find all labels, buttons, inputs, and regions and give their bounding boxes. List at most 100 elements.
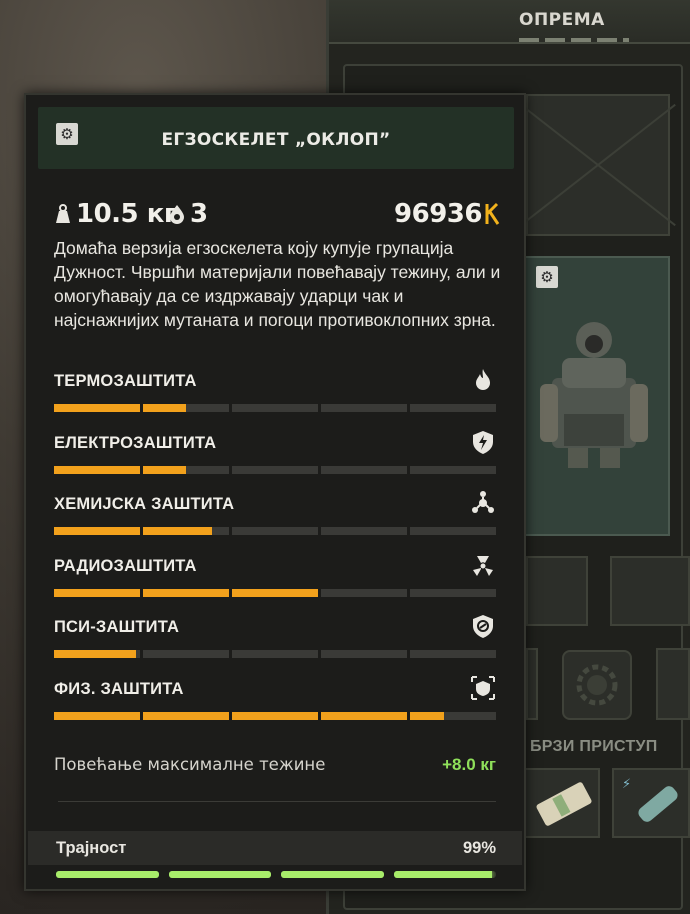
quick-slot-water[interactable]: ⚡ (612, 768, 690, 838)
chemical-icon (472, 491, 494, 514)
artifact-slot-1[interactable] (526, 556, 588, 626)
container-slot[interactable] (562, 650, 632, 720)
quick-access-label: БРЗИ ПРИСТУП (530, 738, 658, 755)
protection-bar-segment (410, 711, 496, 720)
protection-bar-fill (143, 527, 212, 536)
protection-bar-segment (143, 527, 229, 536)
currency-icon (484, 202, 500, 226)
protection-bar-fill (143, 711, 229, 720)
protection-label: РАДИОЗАШТИТА (54, 556, 197, 575)
protection-bar-segment (232, 650, 318, 659)
durability-bar-segment (393, 871, 496, 878)
protection-bar-segment (232, 465, 318, 474)
protection-bar-segment (54, 527, 140, 536)
protection-bar-segment (143, 650, 229, 659)
item-description: Домаћа верзија егзоскелета коју купује г… (54, 238, 501, 330)
durability-bar-fill (168, 871, 271, 878)
protection-bar-fill (143, 404, 186, 412)
protection-bar-segment (410, 404, 496, 412)
price-value: 96936 (394, 199, 482, 229)
psi-shield-icon (473, 615, 493, 639)
skull-gear-icon (576, 664, 618, 706)
protection-bar-fill (54, 711, 140, 720)
water-bottle-icon: ⚡ (622, 777, 678, 822)
protection-bar-segment (54, 465, 140, 474)
protection-bar-fill (143, 588, 229, 597)
protection-bar-fill (54, 465, 140, 474)
protection-bar-segment (321, 465, 407, 474)
item-header: ⚙ ЕГЗОСКЕЛЕТ „ОКЛОП” (38, 107, 514, 169)
protection-bar-segment (410, 465, 496, 474)
protection-bar-segment (54, 588, 140, 597)
protection-bar-segment (410, 650, 496, 659)
protection-bar-segment (54, 711, 140, 720)
item-tooltip: ⚙ ЕГЗОСКЕЛЕТ „ОКЛОП” 10.5 кг 3 96936 Дом… (24, 93, 526, 891)
bandage-icon (536, 782, 592, 826)
max-weight-bonus: Повећање максималне тежине +8.0 кг (54, 751, 496, 781)
protection-row-electro: ЕЛЕКТРОЗАШТИТА (54, 429, 496, 491)
protection-bar-segment (232, 404, 318, 412)
protection-bar-fill (410, 711, 445, 720)
item-title: ЕГЗОСКЕЛЕТ „ОКЛОП” (161, 130, 391, 150)
protection-bar-fill (54, 527, 140, 536)
protection-bar-segment (54, 404, 140, 412)
protection-bar-segment (232, 711, 318, 720)
protection-bar-segment (321, 404, 407, 412)
durability-bar-segment (281, 871, 384, 878)
max-weight-value: +8.0 кг (442, 755, 496, 774)
slots-value: 3 (190, 199, 208, 229)
durability-label: Трајност (56, 839, 127, 857)
equipment-header-bar (519, 38, 629, 42)
protection-bar-fill (232, 588, 318, 597)
protection-row-radiation: РАДИОЗАШТИТА (54, 552, 496, 614)
weight-stat: 10.5 кг (54, 199, 177, 229)
armor-slot[interactable]: ⚙ (522, 256, 670, 536)
protection-label: ФИЗ. ЗАШТИТА (54, 679, 184, 698)
protection-label: ПСИ-ЗАШТИТА (54, 618, 180, 637)
protection-bar (54, 650, 496, 659)
belt-slot-1[interactable] (526, 648, 538, 720)
artifact-slot-2[interactable] (610, 556, 690, 626)
item-stats: 10.5 кг 3 96936 (54, 199, 500, 233)
protection-bar-fill (232, 711, 318, 720)
protection-bar-segment (410, 527, 496, 536)
equipment-title: ОПРЕМА (519, 10, 605, 30)
protection-bar-segment (321, 588, 407, 597)
armor-settings-button[interactable]: ⚙ (536, 266, 558, 288)
protection-label: ТЕРМОЗАШТИТА (54, 372, 197, 390)
protection-bar-fill (143, 465, 186, 474)
protection-row-psi: ПСИ-ЗАШТИТА (54, 613, 496, 675)
protection-bar-segment (143, 404, 229, 412)
protection-row-physical: ФИЗ. ЗАШТИТА (54, 675, 496, 737)
protection-bar-fill (54, 404, 140, 412)
protection-bar-fill (54, 588, 140, 597)
protection-bar-segment (232, 588, 318, 597)
svg-text:⚡: ⚡ (622, 777, 631, 792)
weight-value: 10.5 кг (76, 199, 177, 229)
durability-value: 99% (462, 839, 496, 857)
protection-bar (54, 711, 496, 720)
protection-bar-segment (410, 588, 496, 597)
protection-bar-segment (143, 465, 229, 474)
protection-bar (54, 527, 496, 536)
divider (58, 801, 496, 802)
artifact-slot-icon (168, 204, 186, 224)
equipment-header: ОПРЕМА (329, 0, 690, 44)
lightning-shield-icon (473, 430, 493, 454)
durability-bar-fill (393, 871, 492, 878)
protection-row-thermal: ТЕРМОЗАШТИТА (54, 367, 496, 429)
protection-row-chemical: ХЕМИЈСКА ЗАШТИТА (54, 490, 496, 552)
price-stat: 96936 (394, 199, 500, 229)
quick-slot-bandage[interactable] (524, 768, 600, 838)
max-weight-label: Повећање максималне тежине (54, 755, 326, 774)
durability-bar-fill (56, 871, 159, 878)
protection-list: ТЕРМОЗАШТИТА ЕЛЕКТРОЗАШТИТА ХЕМИЈСКА ЗАШ… (54, 367, 496, 737)
slots-stat: 3 (168, 199, 208, 229)
helmet-slot[interactable] (526, 94, 670, 236)
durability-bar-segment (56, 871, 159, 878)
protection-bar-segment (143, 711, 229, 720)
protection-bar (54, 404, 496, 412)
protection-label: ХЕМИЈСКА ЗАШТИТА (54, 495, 235, 514)
belt-slot-2[interactable] (656, 648, 690, 720)
durability-bar (56, 871, 496, 878)
